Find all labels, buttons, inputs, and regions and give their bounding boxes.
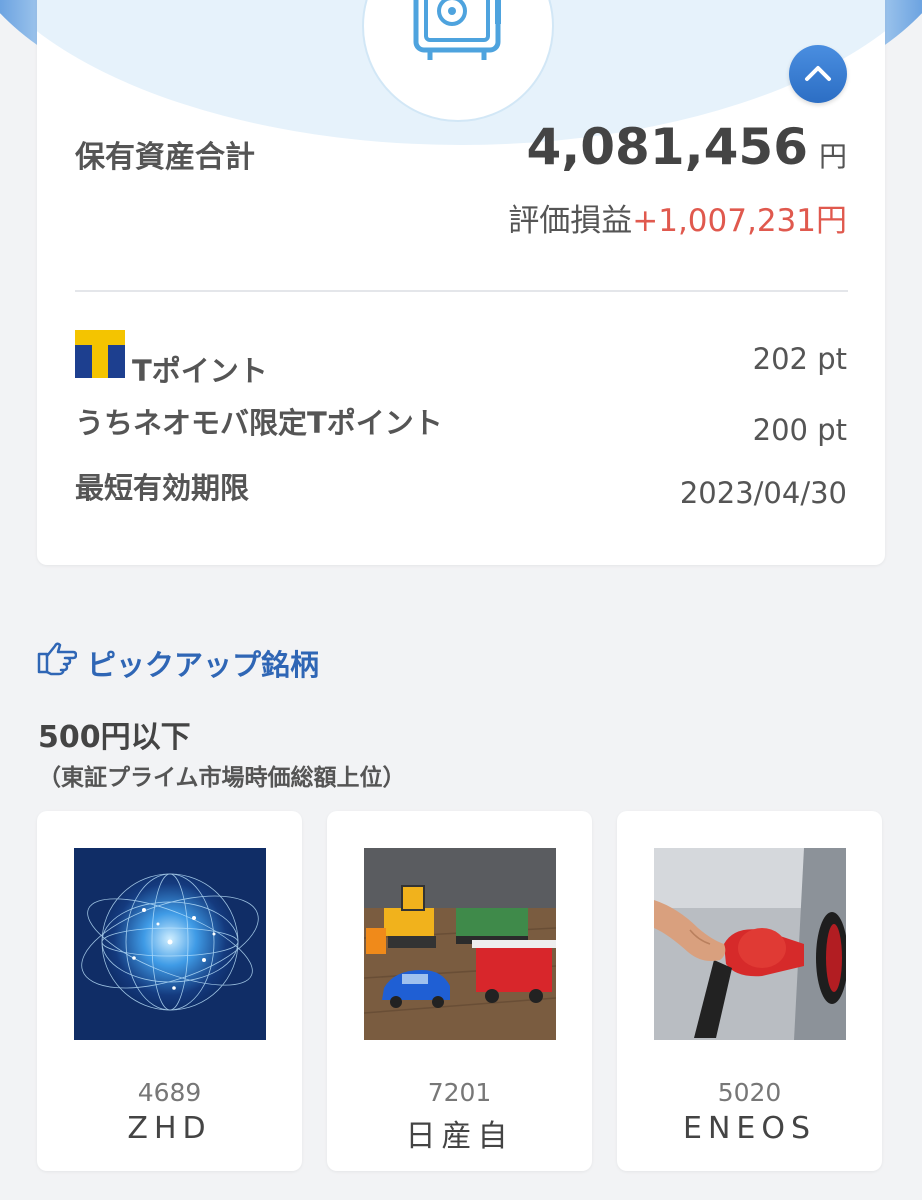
globe-network-image: [74, 848, 266, 1040]
total-assets-value: 4,081,456: [526, 118, 808, 176]
chevron-up-icon: [805, 66, 831, 81]
safe-icon: [413, 0, 501, 60]
tpoint-logo-icon: [75, 330, 125, 378]
toy-cars-image: [364, 848, 556, 1040]
unrealized-gain-value: +1,007,231円: [632, 203, 847, 239]
stock-code: 7201: [427, 1078, 492, 1107]
stock-name: ENEOS: [682, 1111, 816, 1146]
collapse-button[interactable]: [789, 45, 847, 103]
pointing-hand-icon: [37, 642, 77, 676]
total-assets-label: 保有資産合計: [75, 140, 255, 175]
pickup-title: ピックアップ銘柄: [87, 648, 320, 682]
stock-code: 5020: [717, 1078, 782, 1107]
divider: [75, 290, 848, 292]
unrealized-gain-row: 評価損益+1,007,231円: [508, 195, 847, 240]
asset-summary-card: 保有資産合計 4,081,456 円 評価損益+1,007,231円 Tポイント…: [37, 0, 885, 565]
fuel-nozzle-image: [654, 848, 846, 1040]
price-filter-heading: 500円以下: [38, 720, 191, 755]
stock-name: ZHD: [127, 1111, 212, 1146]
limited-tpoint-value: 200 pt: [752, 413, 847, 447]
stock-card-zhd[interactable]: 4689 ZHD: [37, 811, 302, 1171]
stock-card-eneos[interactable]: 5020 ENEOS: [617, 811, 882, 1171]
currency-unit: 円: [818, 140, 847, 173]
expiry-date-value: 2023/04/30: [679, 476, 847, 510]
expiry-date-label: 最短有効期限: [75, 471, 250, 505]
stock-name: 日産自: [405, 1119, 514, 1154]
tpoint-value: 202 pt: [752, 342, 847, 376]
unrealized-gain-label: 評価損益: [508, 203, 633, 239]
limited-tpoint-label: うちネオモバ限定Tポイント: [75, 406, 443, 440]
price-filter-note: （東証プライム市場時価総額上位）: [38, 765, 406, 791]
stock-card-nissan[interactable]: 7201 日産自: [327, 811, 592, 1171]
tpoint-label: Tポイント: [132, 354, 268, 388]
stock-code: 4689: [137, 1078, 202, 1107]
